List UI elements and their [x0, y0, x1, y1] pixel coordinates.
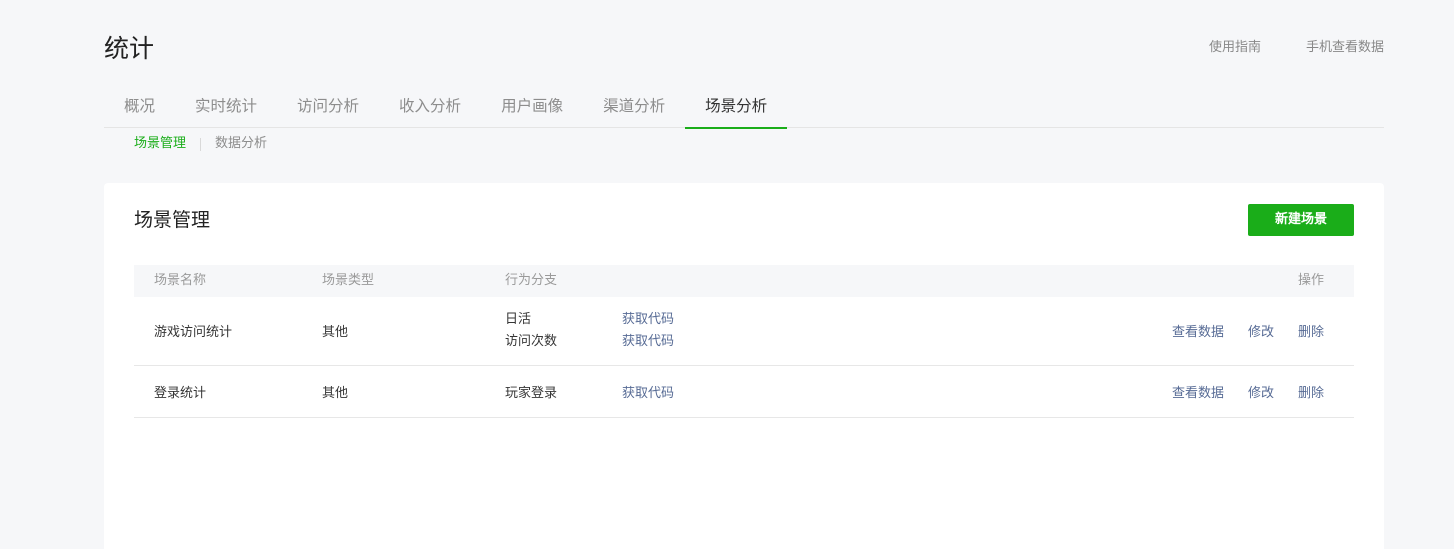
- tab-realtime-stats[interactable]: 实时统计: [175, 88, 277, 128]
- header-operations: 操作: [1297, 273, 1324, 288]
- subtab-divider: [200, 137, 202, 151]
- scene-type: 其他: [322, 386, 349, 401]
- branch-label: 日活: [505, 312, 532, 327]
- tab-overview[interactable]: 概况: [104, 88, 175, 128]
- row-operations: 查看数据 修改 删除: [1172, 321, 1324, 340]
- main-tabs: 概况 实时统计 访问分析 收入分析 用户画像 渠道分析 场景分析: [104, 88, 1384, 129]
- edit-link[interactable]: 修改: [1248, 382, 1274, 401]
- table-row: 登录统计 其他 玩家登录 获取代码 查看数据 修改 删除: [134, 366, 1354, 418]
- tab-user-profile[interactable]: 用户画像: [481, 88, 583, 128]
- scene-management-card: 场景管理 新建场景 场景名称 场景类型 行为分支 操作 游戏访问统计 其他 日活…: [104, 183, 1384, 549]
- tab-revenue-analysis[interactable]: 收入分析: [379, 88, 481, 128]
- tab-visit-analysis[interactable]: 访问分析: [277, 88, 379, 128]
- branch-label: 玩家登录: [505, 386, 558, 401]
- code-link-list: 获取代码 获取代码: [622, 309, 674, 353]
- scene-type: 其他: [322, 325, 349, 340]
- sub-tabs: 场景管理 数据分析: [134, 135, 267, 153]
- header-behavior-branch: 行为分支: [505, 273, 558, 288]
- row-operations: 查看数据 修改 删除: [1172, 382, 1324, 401]
- view-data-link[interactable]: 查看数据: [1172, 382, 1224, 401]
- get-code-link[interactable]: 获取代码: [622, 382, 674, 401]
- view-data-link[interactable]: 查看数据: [1172, 321, 1224, 340]
- scene-name: 登录统计: [154, 386, 207, 401]
- scene-table: 场景名称 场景类型 行为分支 操作 游戏访问统计 其他 日活 访问次数 获取代码…: [134, 265, 1354, 418]
- table-row: 游戏访问统计 其他 日活 访问次数 获取代码 获取代码 查看数据 修改 删除: [134, 297, 1354, 366]
- header-scene-name: 场景名称: [154, 273, 207, 288]
- user-guide-link[interactable]: 使用指南: [1209, 38, 1261, 58]
- card-title: 场景管理: [134, 209, 211, 231]
- edit-link[interactable]: 修改: [1248, 321, 1274, 340]
- branch-list: 日活 访问次数: [505, 309, 557, 353]
- subtab-data-analysis[interactable]: 数据分析: [215, 135, 267, 153]
- branch-label: 访问次数: [505, 334, 558, 349]
- new-scene-button[interactable]: 新建场景: [1248, 204, 1354, 236]
- tab-channel-analysis[interactable]: 渠道分析: [583, 88, 685, 128]
- mobile-view-data-link[interactable]: 手机查看数据: [1306, 38, 1384, 58]
- delete-link[interactable]: 删除: [1298, 321, 1324, 340]
- table-header: 场景名称 场景类型 行为分支 操作: [134, 265, 1354, 297]
- page-title: 统计: [104, 34, 155, 63]
- page: 统计 使用指南 手机查看数据 概况 实时统计 访问分析 收入分析 用户画像 渠道…: [0, 0, 1454, 549]
- scene-name: 游戏访问统计: [154, 325, 233, 340]
- get-code-link[interactable]: 获取代码: [622, 331, 674, 353]
- get-code-link[interactable]: 获取代码: [622, 309, 674, 331]
- header-scene-type: 场景类型: [322, 273, 375, 288]
- delete-link[interactable]: 删除: [1298, 382, 1324, 401]
- tab-scene-analysis[interactable]: 场景分析: [685, 88, 788, 129]
- subtab-scene-management[interactable]: 场景管理: [134, 135, 186, 153]
- top-links: 使用指南 手机查看数据: [1209, 38, 1384, 58]
